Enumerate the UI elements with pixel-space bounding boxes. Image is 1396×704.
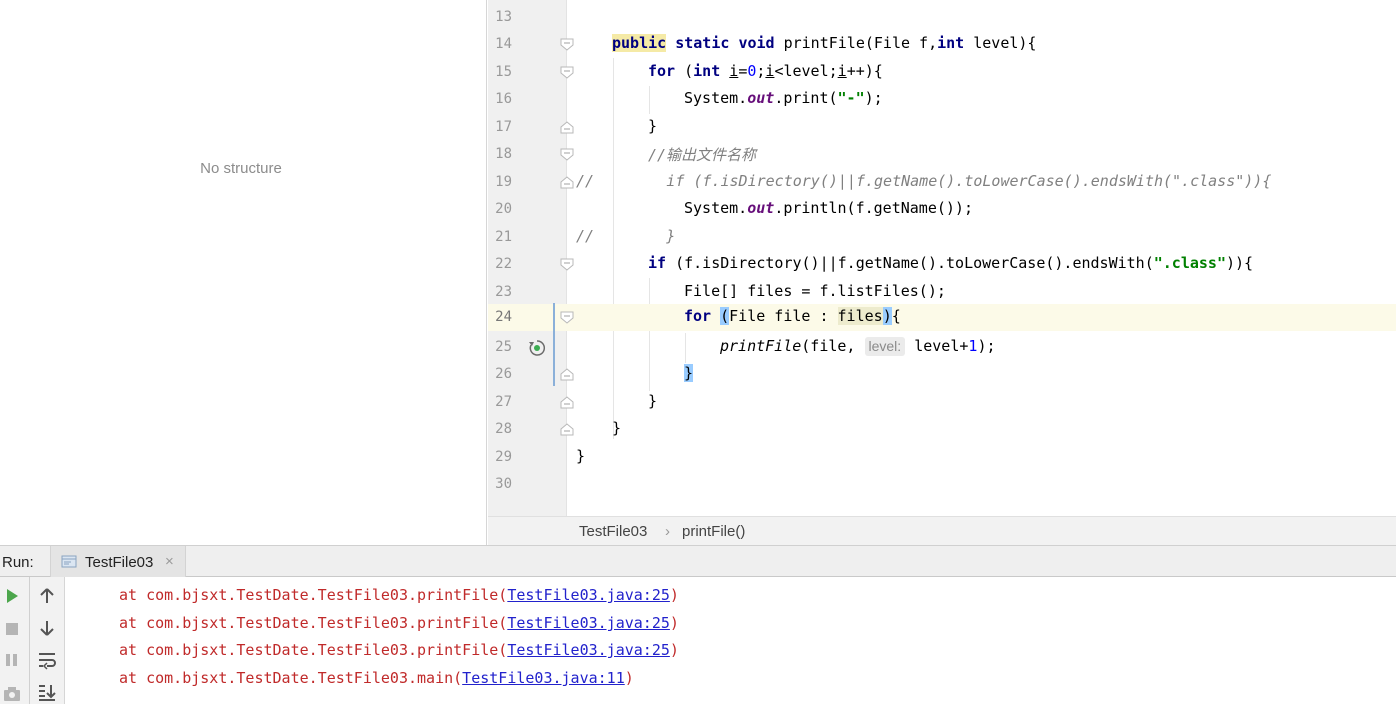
code-line[interactable]: 16 System.out.print("-"); [488, 86, 1396, 113]
code-line[interactable]: 30 [488, 471, 1396, 498]
code-text: for (File file : files){ [684, 307, 901, 325]
code-line[interactable]: 17 } [488, 114, 1396, 141]
breadcrumb: TestFile03 › printFile() [488, 516, 1396, 545]
breadcrumb-class[interactable]: TestFile03 [579, 523, 647, 540]
code-line[interactable]: 21 // } [488, 224, 1396, 251]
line-number: 13 [495, 9, 512, 25]
code-line-current[interactable]: 24 for (File file : files){ [488, 304, 1396, 331]
pause-icon[interactable] [2, 650, 22, 670]
code-text: System.out.print("-"); [684, 89, 883, 107]
code-line[interactable]: 23 File[] files = f.listFiles(); [488, 279, 1396, 306]
run-label: Run: [2, 554, 34, 571]
arrow-up-icon[interactable] [37, 586, 57, 606]
code-line[interactable]: 26 } [488, 361, 1396, 388]
code-text: } [648, 117, 658, 135]
fold-marker-icon[interactable] [560, 396, 574, 409]
console-line: at com.bjsxt.TestDate.TestFile03.printFi… [119, 641, 679, 659]
close-icon[interactable]: × [165, 553, 174, 570]
console-output[interactable]: at com.bjsxt.TestDate.TestFile03.printFi… [66, 577, 1396, 704]
code-line[interactable]: 14 public static void printFile(File f,i… [488, 31, 1396, 58]
console-line: at com.bjsxt.TestDate.TestFile03.main(Te… [119, 669, 634, 687]
code-text: } [648, 392, 658, 410]
console-line: at com.bjsxt.TestDate.TestFile03.printFi… [119, 586, 679, 604]
line-number: 19 [495, 174, 512, 190]
run-tab-label: TestFile03 [85, 554, 154, 571]
line-number: 29 [495, 449, 512, 465]
line-number: 14 [495, 36, 512, 52]
line-number: 27 [495, 394, 512, 410]
breadcrumb-method[interactable]: printFile() [682, 523, 745, 540]
fold-marker-icon[interactable] [560, 368, 574, 381]
fold-marker-icon[interactable] [560, 121, 574, 134]
code-editor[interactable]: 13 14 public static void printFile(File … [488, 0, 1396, 516]
code-comment: // if (f.isDirectory()||f.getName().toLo… [576, 172, 1272, 190]
run-config-icon [61, 555, 77, 568]
structure-empty-message: No structure [200, 160, 282, 177]
fold-marker-icon[interactable] [560, 38, 574, 51]
line-number: 24 [495, 309, 512, 325]
code-line[interactable]: 20 System.out.println(f.getName()); [488, 196, 1396, 223]
parameter-hint: level: [864, 337, 906, 356]
code-text: } [576, 447, 586, 465]
fold-marker-icon[interactable] [560, 176, 574, 189]
line-number: 22 [495, 256, 512, 272]
line-number: 25 [495, 339, 512, 355]
soft-wrap-icon[interactable] [37, 650, 57, 670]
code-text: } [684, 364, 694, 382]
line-number: 28 [495, 421, 512, 437]
code-line[interactable]: 28 } [488, 416, 1396, 443]
code-text: for (int i=0;i<level;i++){ [648, 62, 883, 80]
recursive-call-icon[interactable] [528, 339, 546, 357]
breadcrumb-separator: › [665, 523, 670, 540]
code-text: } [612, 419, 622, 437]
fold-marker-icon[interactable] [560, 66, 574, 79]
toolbar-divider [29, 577, 30, 704]
fold-marker-icon[interactable] [560, 258, 574, 271]
play-icon[interactable] [2, 586, 22, 606]
stacktrace-link[interactable]: TestFile03.java:11 [462, 669, 625, 687]
run-toolbar [0, 577, 65, 704]
code-text: public static void printFile(File f,int … [612, 34, 1037, 52]
code-line[interactable]: 29 } [488, 444, 1396, 471]
code-comment: // } [576, 227, 676, 245]
camera-icon[interactable] [2, 683, 22, 703]
line-number: 30 [495, 476, 512, 492]
run-tab[interactable]: TestFile03 × [50, 546, 186, 577]
line-number: 18 [495, 146, 512, 162]
line-number: 20 [495, 201, 512, 217]
console-line: at com.bjsxt.TestDate.TestFile03.printFi… [119, 614, 679, 632]
fold-marker-icon[interactable] [560, 423, 574, 436]
code-line[interactable]: 25 printFile(file, level: level+1); [488, 334, 1396, 361]
code-line[interactable]: 19 // if (f.isDirectory()||f.getName().t… [488, 169, 1396, 196]
code-text: printFile(file, level: level+1); [720, 337, 996, 356]
code-line[interactable]: 13 [488, 4, 1396, 31]
line-number: 21 [495, 229, 512, 245]
stacktrace-link[interactable]: TestFile03.java:25 [507, 641, 670, 659]
stacktrace-link[interactable]: TestFile03.java:25 [507, 586, 670, 604]
code-line[interactable]: 15 for (int i=0;i<level;i++){ [488, 59, 1396, 86]
arrow-down-icon[interactable] [37, 618, 57, 638]
code-line[interactable]: 18 //输出文件名称 [488, 141, 1396, 168]
run-panel-header: Run: TestFile03 × [0, 545, 1396, 577]
structure-panel: No structure [0, 0, 487, 545]
code-comment: //输出文件名称 [648, 146, 757, 164]
scroll-to-end-icon[interactable] [37, 682, 57, 702]
fold-marker-icon[interactable] [560, 311, 574, 324]
stacktrace-link[interactable]: TestFile03.java:25 [507, 614, 670, 632]
code-line[interactable]: 22 if (f.isDirectory()||f.getName().toLo… [488, 251, 1396, 278]
code-text: if (f.isDirectory()||f.getName().toLower… [648, 254, 1254, 272]
line-number: 23 [495, 284, 512, 300]
stop-icon[interactable] [2, 619, 22, 639]
code-text: File[] files = f.listFiles(); [684, 282, 946, 300]
line-number: 26 [495, 366, 512, 382]
fold-marker-icon[interactable] [560, 148, 574, 161]
line-number: 17 [495, 119, 512, 135]
code-line[interactable]: 27 } [488, 389, 1396, 416]
change-marker [553, 303, 555, 386]
code-text: System.out.println(f.getName()); [684, 199, 973, 217]
line-number: 15 [495, 64, 512, 80]
line-number: 16 [495, 91, 512, 107]
